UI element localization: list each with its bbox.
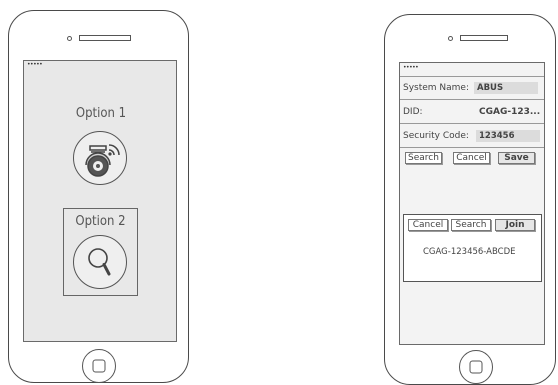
search-button[interactable]: Search: [405, 152, 442, 164]
camera-wifi-graphic: [85, 144, 120, 177]
magnifier-graphic: [88, 248, 111, 276]
option2-box[interactable]: Option 2: [63, 208, 138, 296]
carrier-dots: •••••: [27, 61, 43, 68]
home-button[interactable]: [459, 350, 493, 384]
save-button[interactable]: Save: [498, 152, 535, 164]
speaker-slot: [79, 35, 131, 41]
system-name-field[interactable]: ABUS: [474, 82, 538, 94]
did-field[interactable]: CGAG-123...: [476, 106, 543, 118]
speaker-slot: [460, 35, 508, 41]
home-button[interactable]: [82, 349, 116, 383]
search-icon: [73, 235, 127, 289]
carrier-dots: •••••: [403, 64, 419, 71]
popup-join-button[interactable]: Join: [495, 219, 535, 231]
system-name-label: System Name:: [403, 83, 470, 93]
camera-wifi-icon[interactable]: [73, 131, 127, 185]
cancel-button[interactable]: Cancel: [453, 152, 490, 164]
found-device-item[interactable]: CGAG-123456-ABCDE: [423, 247, 516, 257]
did-label: DID:: [403, 106, 423, 117]
security-code-field[interactable]: 123456: [476, 129, 540, 142]
popup-search-button[interactable]: Search: [451, 219, 491, 231]
option1-label[interactable]: Option 1: [24, 106, 178, 121]
option2-label: Option 2: [75, 214, 126, 229]
screen-right: ••••• System Name: ABUS DID: CGAG-123...…: [399, 62, 545, 345]
camera-dot: [67, 36, 72, 41]
phone-frame-left: ••••• Option 1 Option 2: [8, 10, 189, 383]
did-row: DID: CGAG-123...: [400, 100, 544, 124]
status-bar: •••••: [400, 63, 544, 77]
security-code-label: Security Code:: [403, 130, 469, 141]
system-name-row: System Name: ABUS: [400, 77, 544, 100]
popup-cancel-button[interactable]: Cancel: [408, 219, 448, 231]
phone-frame-right: ••••• System Name: ABUS DID: CGAG-123...…: [384, 14, 556, 385]
join-popup: Cancel Search Join CGAG-123456-ABCDE: [403, 214, 542, 282]
camera-dot: [448, 36, 453, 41]
security-code-row: Security Code: 123456: [400, 124, 544, 148]
screen-left: ••••• Option 1 Option 2: [23, 60, 177, 342]
